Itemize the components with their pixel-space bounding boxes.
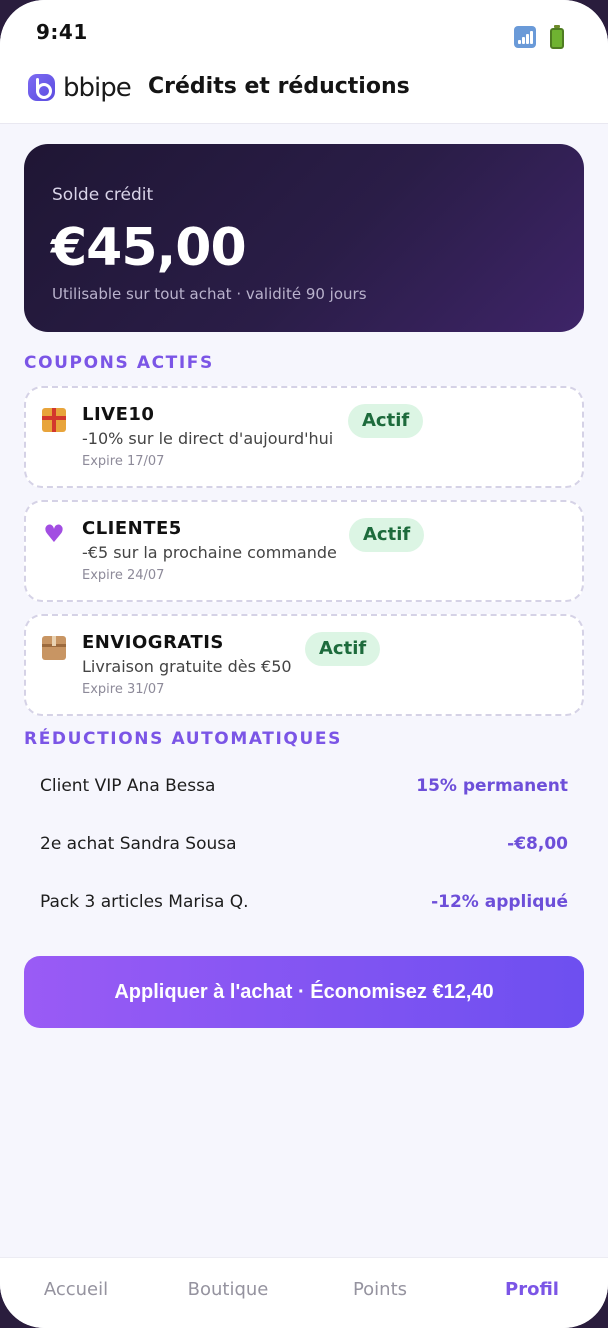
discount-label: Pack 3 articles Marisa Q. (40, 892, 249, 912)
discount-row: Client VIP Ana Bessa 15% permanent (24, 759, 584, 817)
status-badge: Actif (305, 632, 381, 666)
coupon-description: -€5 sur la prochaine commande (82, 543, 337, 562)
tab-profil[interactable]: Profil (456, 1279, 608, 1300)
coupon-card[interactable]: LIVE10 -10% sur le direct d'aujourd'hui … (24, 386, 584, 488)
discount-label: Client VIP Ana Bessa (40, 776, 216, 796)
coupon-code: ENVIOGRATIS (82, 632, 224, 653)
battery-icon (548, 25, 566, 49)
balance-subtitle: Utilisable sur tout achat · validité 90 … (52, 285, 367, 303)
apply-discount-button[interactable]: Appliquer à l'achat · Économisez €12,40 (24, 956, 584, 1028)
discount-value: -12% appliqué (431, 892, 568, 912)
coupon-code: LIVE10 (82, 404, 155, 425)
balance-amount: €45,00 (51, 218, 247, 278)
auto-discounts-heading: RÉDUCTIONS AUTOMATIQUES (24, 729, 342, 749)
signal-icon (514, 26, 536, 48)
phone-screen: 9:41 bbipe Crédits et réductions Solde c… (0, 0, 608, 1328)
app-header: bbipe Crédits et réductions (0, 62, 608, 124)
coupon-card[interactable]: CLIENTE5 -€5 sur la prochaine commande E… (24, 500, 584, 602)
coupon-code: CLIENTE5 (82, 518, 182, 539)
coupon-description: -10% sur le direct d'aujourd'hui (82, 429, 334, 448)
package-icon (42, 636, 66, 660)
tab-accueil[interactable]: Accueil (0, 1279, 152, 1300)
coupon-description: Livraison gratuite dès €50 (82, 657, 292, 676)
brand-name: bbipe (63, 73, 132, 103)
tab-boutique[interactable]: Boutique (152, 1279, 304, 1300)
tab-points[interactable]: Points (304, 1279, 456, 1300)
status-time: 9:41 (36, 20, 88, 44)
status-badge: Actif (348, 404, 424, 438)
tab-bar: Accueil Boutique Points Profil (0, 1257, 608, 1328)
coupon-expiry: Expire 24/07 (82, 568, 165, 583)
purple-heart-icon (42, 522, 66, 546)
coupon-expiry: Expire 31/07 (82, 682, 165, 697)
discount-value: -€8,00 (507, 834, 568, 854)
coupon-card[interactable]: ENVIOGRATIS Livraison gratuite dès €50 E… (24, 614, 584, 716)
coupon-expiry: Expire 17/07 (82, 454, 165, 469)
status-bar: 9:41 (0, 0, 608, 62)
brand-logo-icon (28, 74, 55, 101)
balance-label: Solde crédit (52, 185, 154, 205)
gift-icon (42, 408, 66, 432)
discount-label: 2e achat Sandra Sousa (40, 834, 237, 854)
status-badge: Actif (349, 518, 425, 552)
page-title: Crédits et réductions (148, 74, 410, 99)
discount-value: 15% permanent (416, 776, 568, 796)
credit-balance-card: Solde crédit €45,00 Utilisable sur tout … (24, 144, 584, 332)
active-coupons-heading: COUPONS ACTIFS (24, 353, 214, 373)
discount-row: 2e achat Sandra Sousa -€8,00 (24, 817, 584, 875)
discount-row: Pack 3 articles Marisa Q. -12% appliqué (24, 875, 584, 933)
